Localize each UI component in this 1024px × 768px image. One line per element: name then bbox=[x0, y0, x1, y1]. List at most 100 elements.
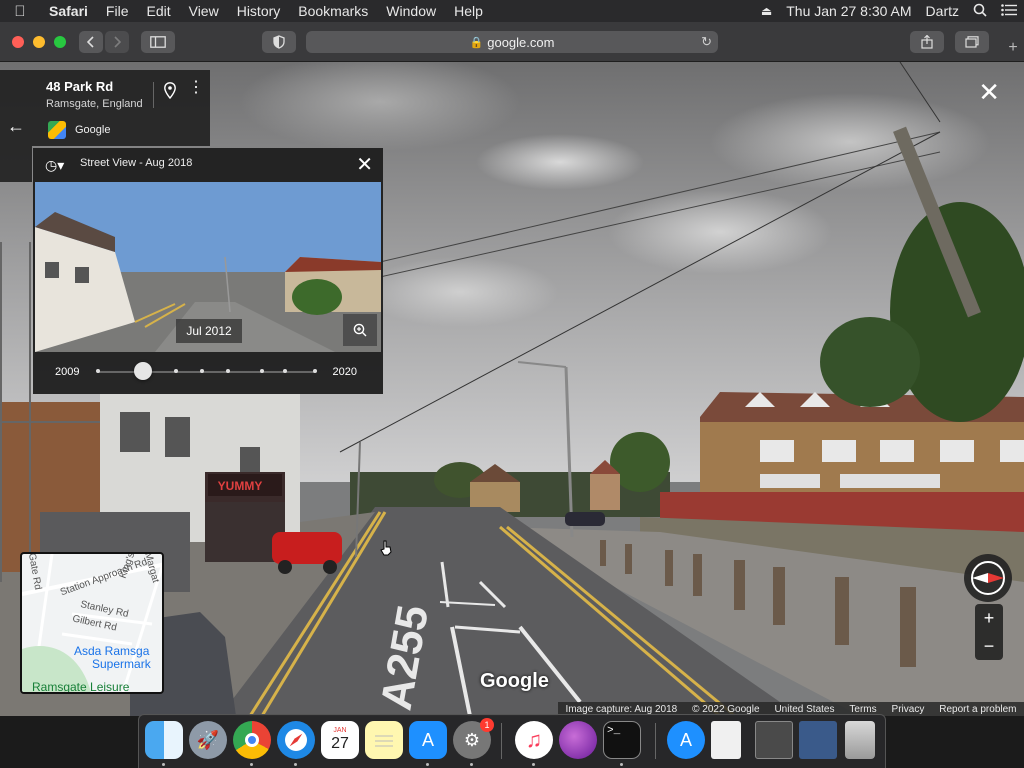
chevron-left-icon bbox=[87, 36, 94, 48]
menu-app-safari[interactable]: Safari bbox=[40, 0, 97, 22]
menubar-clock[interactable]: Thu Jan 27 8:30 AM bbox=[786, 3, 911, 19]
chrome-icon[interactable] bbox=[233, 721, 271, 759]
disk-utility-icon[interactable] bbox=[559, 721, 597, 759]
new-tab-button[interactable]: + bbox=[1002, 38, 1024, 60]
close-icon[interactable]: ✕ bbox=[356, 152, 373, 177]
eject-icon[interactable]: ⏏ bbox=[761, 4, 772, 18]
image-capture-date: Image capture: Aug 2018 bbox=[565, 703, 678, 715]
menu-help[interactable]: Help bbox=[445, 0, 492, 22]
report-problem-link[interactable]: Report a problem bbox=[939, 704, 1016, 715]
time-machine-header: ◷▾ Street View - Aug 2018 ✕ bbox=[33, 148, 383, 180]
poi-label: Asda Ramsga bbox=[74, 644, 150, 658]
zoom-out-button[interactable]: − bbox=[975, 632, 1003, 660]
card-divider bbox=[153, 82, 154, 108]
street-view-time-machine: ◷▾ Street View - Aug 2018 ✕ Jul 2012 200… bbox=[33, 148, 383, 394]
downloads-folder-icon[interactable] bbox=[799, 721, 837, 759]
app-store-folder-icon[interactable]: A bbox=[667, 721, 705, 759]
running-indicator bbox=[532, 763, 535, 766]
more-vert-icon[interactable]: ⋮ bbox=[188, 80, 204, 96]
reload-icon[interactable]: ↻ bbox=[701, 34, 712, 50]
privacy-link[interactable]: Privacy bbox=[892, 704, 925, 715]
copyright: © 2022 Google bbox=[692, 703, 760, 715]
timeline-stop[interactable] bbox=[260, 369, 264, 373]
share-button[interactable] bbox=[910, 31, 944, 53]
compass-icon bbox=[971, 561, 1005, 595]
hand-cursor-icon bbox=[380, 540, 392, 561]
history-clock-icon[interactable]: ◷▾ bbox=[45, 157, 64, 174]
historical-preview-image[interactable]: Jul 2012 bbox=[35, 182, 381, 352]
map-pin-icon[interactable] bbox=[164, 82, 176, 104]
minimap[interactable]: Gate Rd Station Approach Rd King's Marga… bbox=[20, 552, 164, 694]
apple-menu-icon[interactable]:  bbox=[0, 3, 40, 20]
timeline-stop[interactable] bbox=[313, 369, 317, 373]
compass-button[interactable] bbox=[964, 554, 1012, 602]
menu-bar:  Safari File Edit View History Bookmark… bbox=[0, 0, 1024, 22]
close-street-view-icon[interactable]: ✕ bbox=[978, 79, 1000, 105]
selected-date-chip: Jul 2012 bbox=[176, 319, 242, 343]
address-url: google.com bbox=[487, 34, 555, 50]
window-minimize-button[interactable] bbox=[33, 36, 45, 48]
document-icon[interactable] bbox=[711, 721, 741, 759]
zoom-in-preview-icon[interactable] bbox=[343, 314, 377, 346]
poi-label: Ramsgate Leisure bbox=[32, 680, 130, 694]
dock-separator bbox=[501, 723, 502, 759]
running-indicator bbox=[470, 763, 473, 766]
running-indicator bbox=[426, 763, 429, 766]
menu-window[interactable]: Window bbox=[377, 0, 445, 22]
privacy-report-button[interactable] bbox=[262, 31, 296, 53]
source-label: Google bbox=[75, 124, 111, 136]
safari-icon[interactable] bbox=[277, 721, 315, 759]
terms-link[interactable]: Terms bbox=[849, 704, 876, 715]
menu-edit[interactable]: Edit bbox=[137, 0, 179, 22]
back-button[interactable] bbox=[79, 31, 103, 53]
sidebar-button[interactable] bbox=[141, 31, 175, 53]
timeline-slider-knob[interactable] bbox=[134, 362, 152, 380]
zoom-in-button[interactable]: + bbox=[975, 604, 1003, 632]
launchpad-icon[interactable]: 🚀 bbox=[189, 721, 227, 759]
running-indicator bbox=[294, 763, 297, 766]
trash-icon[interactable] bbox=[845, 721, 875, 759]
menu-bookmarks[interactable]: Bookmarks bbox=[289, 0, 377, 22]
spotlight-search-icon[interactable] bbox=[973, 3, 987, 20]
address-subtitle: Ramsgate, England bbox=[46, 98, 143, 110]
timeline-stop[interactable] bbox=[96, 369, 100, 373]
app-store-icon[interactable]: A bbox=[409, 721, 447, 759]
timeline-stop[interactable] bbox=[200, 369, 204, 373]
timeline-stop[interactable] bbox=[283, 369, 287, 373]
dock-separator bbox=[655, 723, 656, 759]
address-bar[interactable]: 🔒 google.com ↻ bbox=[306, 31, 718, 53]
menu-file[interactable]: File bbox=[97, 0, 138, 22]
time-machine-title: Street View - Aug 2018 bbox=[80, 157, 193, 169]
system-preferences-icon[interactable]: ⚙ 1 bbox=[453, 718, 494, 759]
region-link[interactable]: United States bbox=[774, 704, 834, 715]
forward-button[interactable] bbox=[105, 31, 129, 53]
menu-view[interactable]: View bbox=[180, 0, 228, 22]
timeline-stop[interactable] bbox=[226, 369, 230, 373]
timeline-stop[interactable] bbox=[174, 369, 178, 373]
notes-icon[interactable] bbox=[365, 721, 403, 759]
notification-center-icon[interactable] bbox=[1001, 3, 1017, 19]
back-arrow-button[interactable]: ← bbox=[0, 70, 32, 182]
menu-history[interactable]: History bbox=[228, 0, 290, 22]
window-zoom-button[interactable] bbox=[54, 36, 66, 48]
running-indicator bbox=[250, 763, 253, 766]
shield-icon bbox=[273, 35, 285, 49]
music-icon[interactable]: ♫ bbox=[515, 721, 553, 759]
address-title[interactable]: 48 Park Rd bbox=[46, 79, 113, 94]
share-icon bbox=[921, 35, 933, 49]
tab-overview-button[interactable] bbox=[955, 31, 989, 53]
window-close-button[interactable] bbox=[12, 36, 24, 48]
arrow-left-icon: ← bbox=[7, 115, 25, 136]
timeline-start-year: 2009 bbox=[55, 366, 80, 378]
lock-icon: 🔒 bbox=[469, 36, 484, 49]
finder-icon[interactable] bbox=[145, 721, 183, 759]
street-view-panorama[interactable]: YUMMY A255 ✕ ← 48 Park Rd Ramsgate, Engl… bbox=[0, 62, 1024, 716]
menubar-user[interactable]: Dartz bbox=[926, 3, 959, 19]
poi-label: Supermark bbox=[92, 657, 151, 671]
zoom-control: + − bbox=[975, 604, 1003, 660]
calendar-month: JAN bbox=[333, 727, 347, 734]
terminal-icon[interactable]: >_ bbox=[603, 721, 641, 759]
screenshot-folder-icon[interactable] bbox=[755, 721, 793, 759]
calendar-icon[interactable]: JAN 27 bbox=[321, 721, 359, 759]
tabs-icon bbox=[965, 36, 979, 48]
